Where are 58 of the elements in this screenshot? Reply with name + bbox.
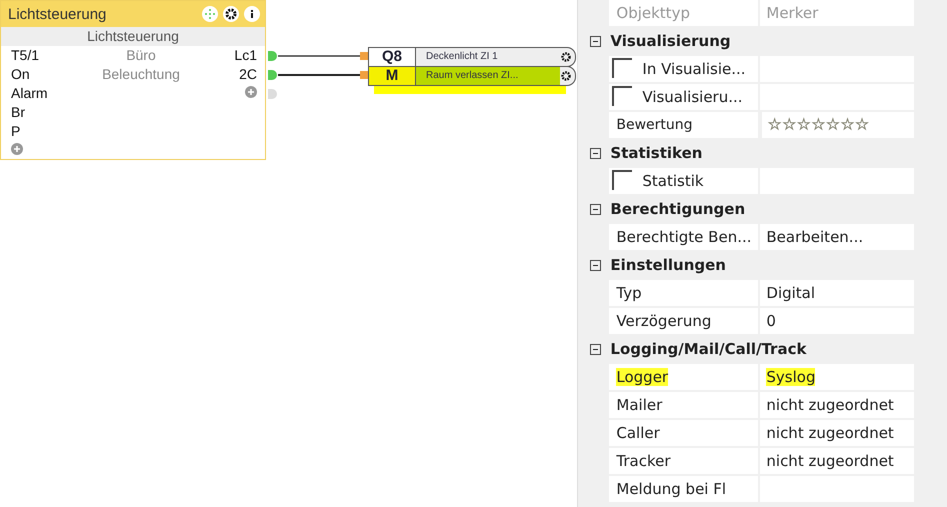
property-value: Digital: [766, 284, 816, 302]
checkbox[interactable]: [612, 58, 632, 78]
output-label: Lc1: [234, 46, 257, 65]
checkbox[interactable]: [612, 170, 632, 190]
checkbox[interactable]: [612, 86, 632, 106]
block-label: Beleuchtung: [102, 65, 180, 84]
input-label: Alarm: [11, 84, 48, 103]
property-value: 0: [766, 312, 776, 330]
property-value: nicht zugeordnet: [766, 424, 894, 442]
settings-icon[interactable]: [223, 6, 239, 22]
property-label: Visualisieru...: [642, 88, 743, 106]
property-value: nicht zugeordnet: [766, 396, 894, 414]
block-subtitle: Lichtsteuerung: [1, 27, 265, 46]
add-icon[interactable]: [244, 86, 257, 98]
block-label: Büro: [126, 46, 156, 65]
group-header: Einstellungen: [610, 256, 726, 274]
group-header: Berechtigungen: [610, 200, 746, 218]
property-label: Objekttyp: [616, 4, 690, 22]
input-label: Br: [11, 103, 25, 122]
group-header: Logging/Mail/Call/Track: [610, 340, 806, 358]
node-name: Raum verlassen ZI...: [416, 67, 560, 85]
collapse-icon[interactable]: [590, 260, 602, 270]
node-code: Q8: [369, 48, 416, 66]
property-label: Mailer: [616, 396, 662, 414]
output-node[interactable]: Q8 Deckenlicht ZI 1: [368, 47, 576, 67]
property-label: Verzögerung: [616, 312, 712, 330]
input-label: T5/1: [11, 46, 40, 65]
group-header: Statistiken: [610, 144, 702, 162]
collapse-icon[interactable]: [590, 148, 602, 158]
input-label: On: [11, 65, 30, 84]
collapse-icon[interactable]: [590, 204, 602, 214]
property-value: Syslog: [766, 368, 816, 386]
property-label: Typ: [616, 284, 642, 302]
info-icon[interactable]: [244, 6, 260, 22]
settings-icon[interactable]: [560, 70, 572, 82]
property-label: Berechtigte Ben...: [616, 228, 752, 246]
property-label: Meldung bei Fl: [616, 480, 726, 498]
property-label: Logger: [616, 368, 668, 386]
property-value: Bearbeiten...: [766, 228, 864, 246]
group-header: Visualisierung: [610, 32, 731, 50]
settings-icon[interactable]: [560, 51, 572, 63]
node-name: Deckenlicht ZI 1: [425, 50, 499, 64]
input-label: P: [11, 122, 20, 141]
property-label: In Visualisie...: [642, 60, 746, 78]
collapse-icon[interactable]: [590, 36, 602, 46]
output-node[interactable]: M Raum verlassen ZI...: [368, 66, 576, 86]
output-label: 2C: [239, 65, 257, 84]
property-label: Tracker: [616, 452, 671, 470]
logic-block[interactable]: Lichtsteuerung Lichtsteuerung T5/1 On Alarm Br P Büro Beleuchtung Lc1 2C: [0, 0, 266, 160]
property-label: Statistik: [642, 172, 704, 190]
property-value: Merker: [766, 4, 818, 22]
property-value: nicht zugeordnet: [766, 452, 894, 470]
node-code: M: [369, 67, 416, 85]
property-label: Caller: [616, 424, 660, 442]
collapse-icon[interactable]: [590, 344, 602, 354]
block-title: Lichtsteuerung: [8, 6, 106, 22]
add-icon[interactable]: [11, 143, 23, 155]
property-label: Bewertung: [616, 117, 693, 133]
